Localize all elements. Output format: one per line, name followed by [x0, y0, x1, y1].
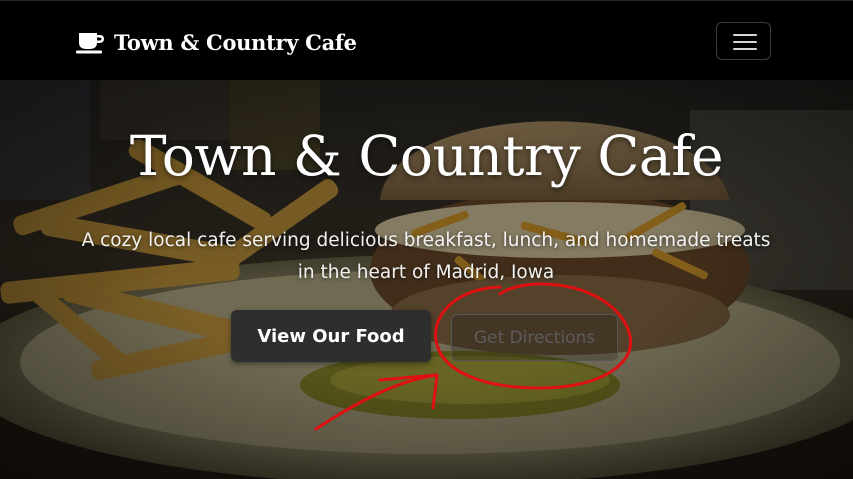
- hero-title: Town & Country Cafe: [129, 124, 724, 188]
- coffee-cup-icon: [76, 33, 104, 54]
- hero-section: Town & Country Cafe A cozy local cafe se…: [0, 80, 853, 479]
- hamburger-menu-button[interactable]: [716, 22, 771, 60]
- hero-subtitle: A cozy local cafe serving delicious brea…: [81, 230, 771, 283]
- brand-link[interactable]: Town & Country Cafe: [76, 25, 357, 59]
- navbar: Town & Country Cafe: [0, 0, 853, 80]
- hamburger-menu-icon: [733, 34, 757, 50]
- get-directions-button[interactable]: Get Directions: [451, 314, 618, 361]
- brand-name: Town & Country Cafe: [114, 29, 357, 55]
- view-our-food-button[interactable]: View Our Food: [231, 310, 431, 362]
